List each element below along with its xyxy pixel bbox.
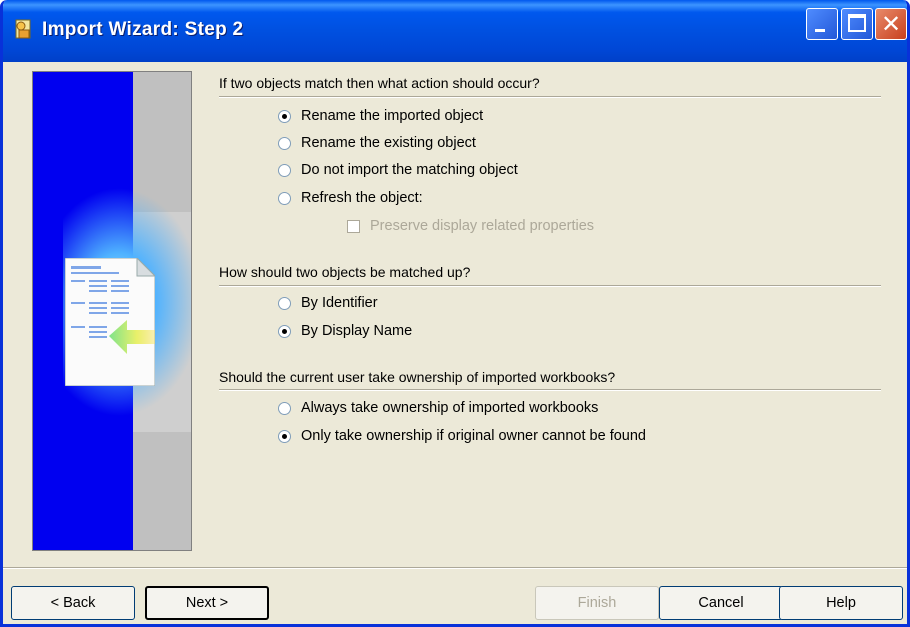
help-button[interactable]: Help	[779, 586, 903, 620]
finish-button[interactable]: Finish	[535, 586, 659, 620]
rename-imported-radio[interactable]	[278, 109, 291, 123]
ownership-label: Should the current user take ownership o…	[219, 369, 616, 385]
back-button[interactable]: < Back	[11, 586, 135, 620]
by-display-name-radio[interactable]	[278, 324, 291, 338]
cancel-button[interactable]: Cancel	[659, 586, 783, 620]
always-take-ownership-option[interactable]: Always take ownership of imported workbo…	[278, 399, 598, 417]
refresh-object-radio[interactable]	[278, 191, 291, 205]
wizard-app-icon	[15, 19, 31, 39]
ownership-separator	[219, 389, 881, 391]
maximize-button[interactable]	[841, 8, 873, 40]
refresh-object-label: Refresh the object:	[301, 190, 423, 206]
rename-existing-radio[interactable]	[278, 136, 291, 150]
only-take-ownership-radio[interactable]	[278, 429, 291, 443]
by-display-name-label: By Display Name	[301, 323, 413, 339]
refresh-object-option[interactable]: Refresh the object:	[278, 189, 423, 207]
only-take-ownership-label: Only take ownership if original owner ca…	[301, 428, 646, 444]
rename-existing-label: Rename the existing object	[301, 135, 476, 151]
always-take-ownership-radio[interactable]	[278, 401, 291, 415]
import-document-icon	[65, 258, 155, 386]
title-bar[interactable]: Import Wizard: Step 2 ✕	[3, 0, 907, 62]
by-identifier-label: By Identifier	[301, 295, 378, 311]
by-identifier-radio[interactable]	[278, 296, 291, 310]
by-identifier-option[interactable]: By Identifier	[278, 294, 378, 312]
by-display-name-option[interactable]: By Display Name	[278, 322, 412, 340]
window-title: Import Wizard: Step 2	[42, 19, 244, 40]
close-icon: ✕	[880, 10, 902, 38]
preserve-display-checkbox[interactable]	[347, 219, 360, 233]
import-wizard-window: Import Wizard: Step 2 ✕ If two objects m…	[0, 0, 910, 627]
match-by-label: How should two objects be matched up?	[219, 264, 471, 280]
preserve-display-label: Preserve display related properties	[370, 218, 595, 234]
rename-imported-label: Rename the imported object	[301, 108, 484, 124]
match-action-label: If two objects match then what action sh…	[219, 75, 540, 91]
preserve-display-option[interactable]: Preserve display related properties	[347, 217, 594, 235]
rename-imported-option[interactable]: Rename the imported object	[278, 107, 483, 125]
only-take-ownership-option[interactable]: Only take ownership if original owner ca…	[278, 427, 646, 445]
minimize-icon	[815, 29, 825, 32]
match-by-separator	[219, 285, 881, 287]
do-not-import-option[interactable]: Do not import the matching object	[278, 161, 518, 179]
do-not-import-radio[interactable]	[278, 163, 291, 177]
close-button[interactable]: ✕	[875, 8, 907, 40]
rename-existing-option[interactable]: Rename the existing object	[278, 134, 476, 152]
maximize-icon	[848, 14, 866, 32]
button-bar-separator	[3, 567, 907, 569]
next-button[interactable]: Next >	[145, 586, 269, 620]
always-take-ownership-label: Always take ownership of imported workbo…	[301, 400, 599, 416]
match-action-separator	[219, 96, 881, 98]
wizard-body: If two objects match then what action sh…	[3, 62, 907, 624]
wizard-side-image	[32, 71, 192, 551]
minimize-button[interactable]	[806, 8, 838, 40]
do-not-import-label: Do not import the matching object	[301, 162, 518, 178]
